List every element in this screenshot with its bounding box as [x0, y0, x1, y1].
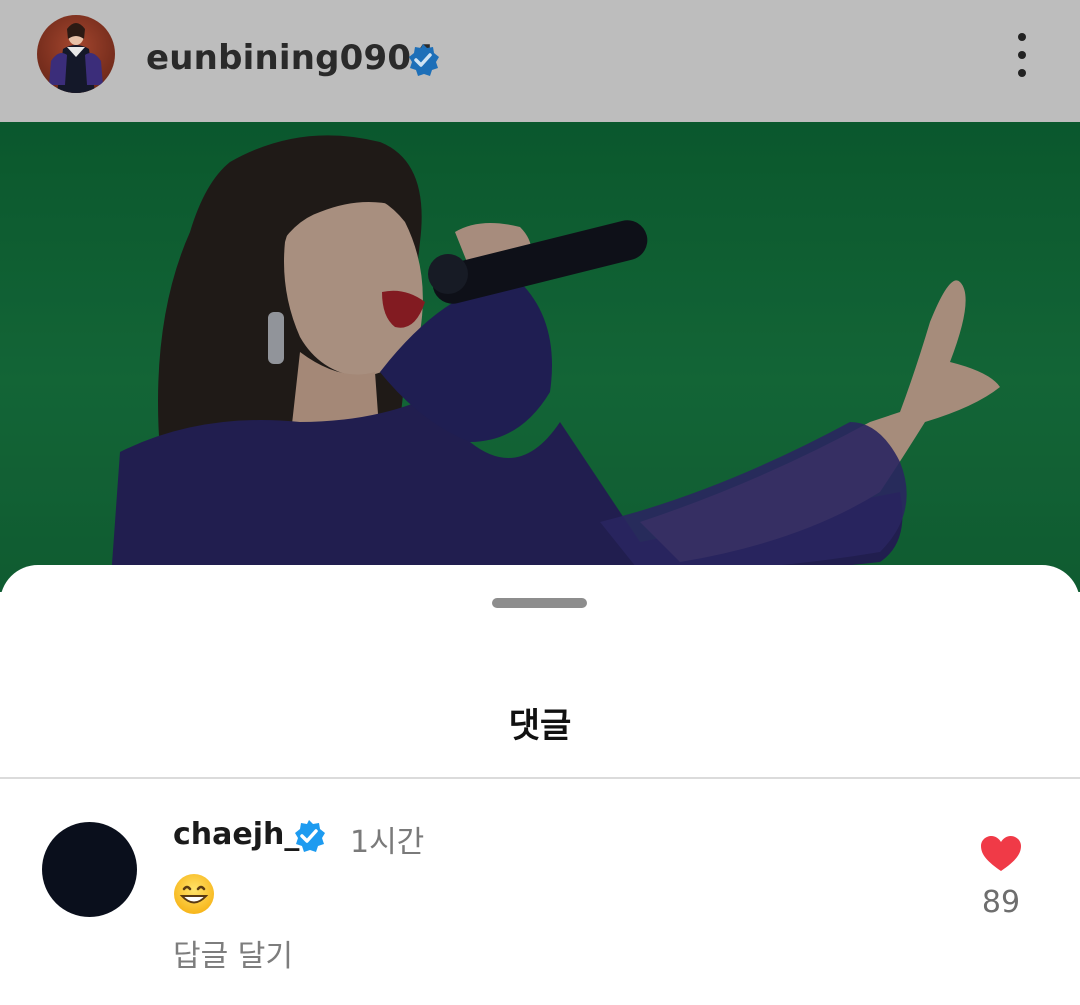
grinning-face-emoji [173, 873, 215, 915]
divider [0, 777, 1080, 779]
post-header: eunbining0904 [0, 0, 1080, 122]
sheet-drag-handle[interactable] [492, 598, 587, 608]
profile-avatar[interactable] [37, 15, 115, 93]
comment-username[interactable]: chaejh_ [173, 817, 299, 852]
reply-button[interactable]: 답글 달기 [173, 931, 293, 975]
post-image[interactable] [0, 122, 1080, 592]
comments-sheet: 댓글 chaejh_ 1시간 답글 달기 89 [0, 565, 1080, 1005]
post-username[interactable]: eunbining0904 [146, 38, 435, 78]
more-options-icon[interactable] [1008, 33, 1036, 77]
comment-timestamp: 1시간 [350, 825, 425, 860]
like-count: 89 [981, 885, 1021, 920]
verified-badge-icon [405, 42, 441, 82]
dim-overlay [0, 122, 1080, 592]
comment-avatar[interactable] [42, 822, 137, 917]
sheet-title: 댓글 [508, 706, 572, 746]
verified-badge-icon [291, 818, 327, 858]
avatar-portrait-image [49, 23, 103, 93]
heart-icon[interactable] [980, 835, 1022, 877]
